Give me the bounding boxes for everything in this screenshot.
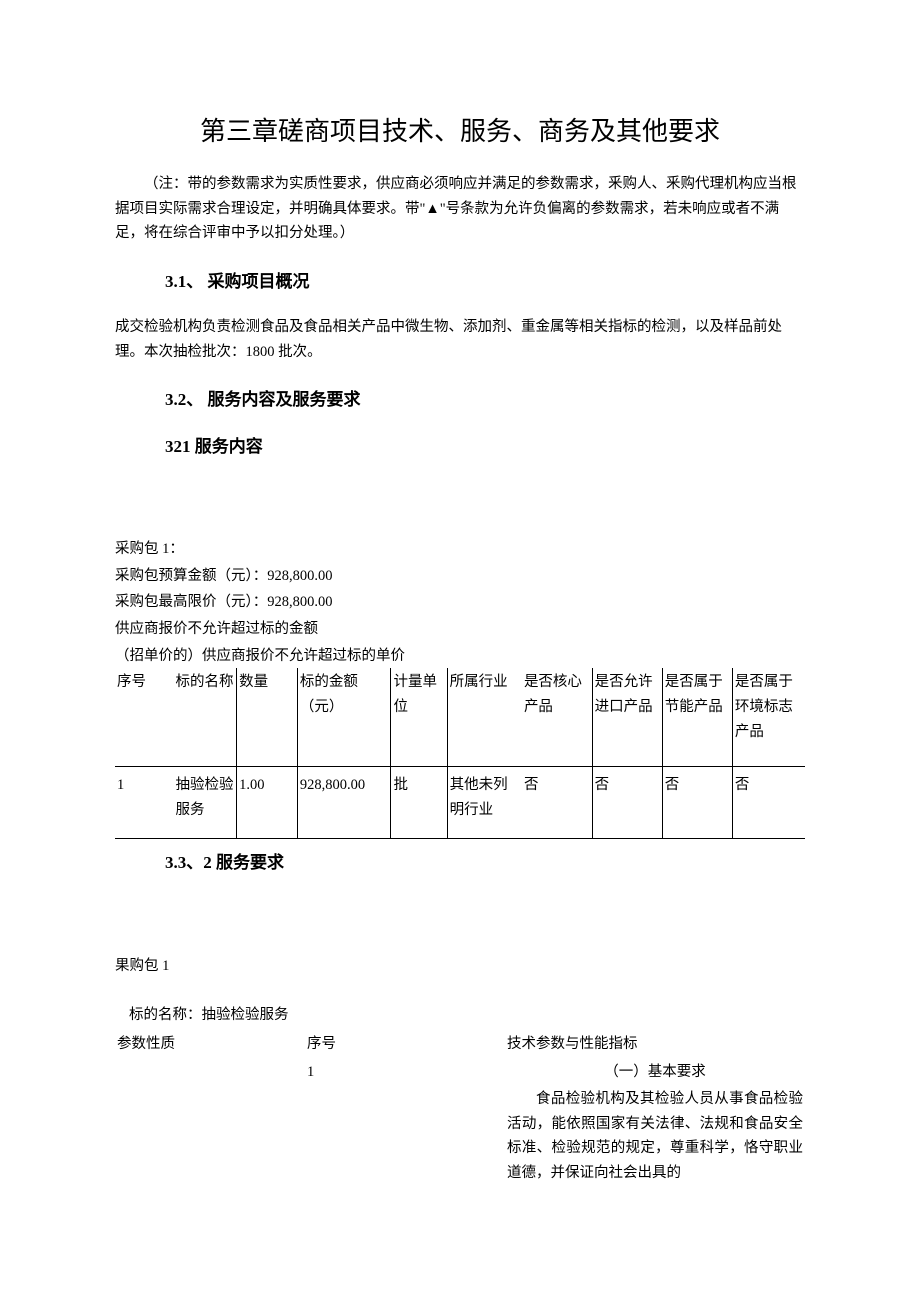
- note-text: （注：带的参数需求为实质性要求，供应商必须响应并满足的参数需求，釆购人、釆购代理…: [115, 172, 805, 246]
- col-qty: 数量: [237, 668, 298, 766]
- cell-spec: （一）基本要求 食品检验机构及其检验人员从事食品检验活动，能依照国家有关法律、法…: [505, 1058, 805, 1187]
- col-amt: 标的金额（元）: [297, 668, 391, 766]
- chapter-title: 第三章磋商项目技术、服务、商务及其他要求: [115, 110, 805, 154]
- spec-body: 食品检验机构及其检验人员从事食品检验活动，能依照国家有关法律、法规和食品安全标准…: [507, 1087, 803, 1186]
- requirements-block: 果购包 1 标的名称：抽验检验服务 参数性质 序号 技术参数与性能指标 1 （一…: [115, 954, 805, 1187]
- table-header-row: 参数性质 序号 技术参数与性能指标: [115, 1030, 805, 1059]
- col-imp: 是否允许进口产品: [592, 668, 662, 766]
- requirements-table: 参数性质 序号 技术参数与性能指标 1 （一）基本要求 食品检验机构及其检验人员…: [115, 1030, 805, 1188]
- col-env: 是否属于环境标志产品: [732, 668, 805, 766]
- section-3-3-2-heading: 3.3、2 服务要求: [115, 849, 805, 878]
- table-row: 1 （一）基本要求 食品检验机构及其检验人员从事食品检验活动，能依照国家有关法律…: [115, 1058, 805, 1187]
- package-budget: 采购包预算金额（元）：928,800.00: [115, 564, 805, 589]
- package-rule-1: 供应商报价不允许超过标的金额: [115, 617, 805, 642]
- section-3-2-1-heading: 321 服务内容: [115, 433, 805, 462]
- cell-qty: 1.00: [237, 767, 298, 839]
- spec-title: （一）基本要求: [507, 1060, 803, 1085]
- col-core: 是否核心产品: [522, 668, 592, 766]
- section-3-2-heading: 3.2、 服务内容及服务要求: [115, 386, 805, 415]
- col-param-nature: 参数性质: [115, 1030, 305, 1059]
- cell-param-nature: [115, 1058, 305, 1187]
- req-package-label: 果购包 1: [115, 954, 805, 979]
- col-ind: 所属行业: [447, 668, 522, 766]
- table-row: 1 抽验检验服务 1.00 928,800.00 批 其他未列明行业 否 否 否…: [115, 767, 805, 839]
- cell-name: 抽验检验服务: [173, 767, 236, 839]
- package-title: 采购包 1：: [115, 537, 805, 562]
- req-target-name: 标的名称：抽验检验服务: [115, 1003, 805, 1028]
- col-seq: 序号: [115, 668, 173, 766]
- package-ceiling: 采购包最高限价（元）：928,800.00: [115, 590, 805, 615]
- cell-seq: 1: [305, 1058, 505, 1187]
- col-name: 标的名称: [173, 668, 236, 766]
- package-info: 采购包 1： 采购包预算金额（元）：928,800.00 采购包最高限价（元）：…: [115, 537, 805, 668]
- cell-imp: 否: [592, 767, 662, 839]
- cell-seq: 1: [115, 767, 173, 839]
- cell-core: 否: [522, 767, 592, 839]
- overview-text: 成交检验机构负责检测食品及食品相关产品中微生物、添加剂、重金属等相关指标的检测，…: [115, 315, 805, 364]
- table-header-row: 序号 标的名称 数量 标的金额（元） 计量单位 所属行业 是否核心产品 是否允许…: [115, 668, 805, 766]
- cell-es: 否: [662, 767, 732, 839]
- package-rule-2: （招单价的）供应商报价不允许超过标的单价: [115, 644, 805, 669]
- bid-items-table: 序号 标的名称 数量 标的金额（元） 计量单位 所属行业 是否核心产品 是否允许…: [115, 668, 805, 839]
- col-spec: 技术参数与性能指标: [505, 1030, 805, 1059]
- col-unit: 计量单位: [391, 668, 447, 766]
- cell-unit: 批: [391, 767, 447, 839]
- cell-amt: 928,800.00: [297, 767, 391, 839]
- col-seq: 序号: [305, 1030, 505, 1059]
- col-es: 是否属于节能产品: [662, 668, 732, 766]
- section-3-1-heading: 3.1、 采购项目概况: [115, 268, 805, 297]
- cell-ind: 其他未列明行业: [447, 767, 522, 839]
- cell-env: 否: [732, 767, 805, 839]
